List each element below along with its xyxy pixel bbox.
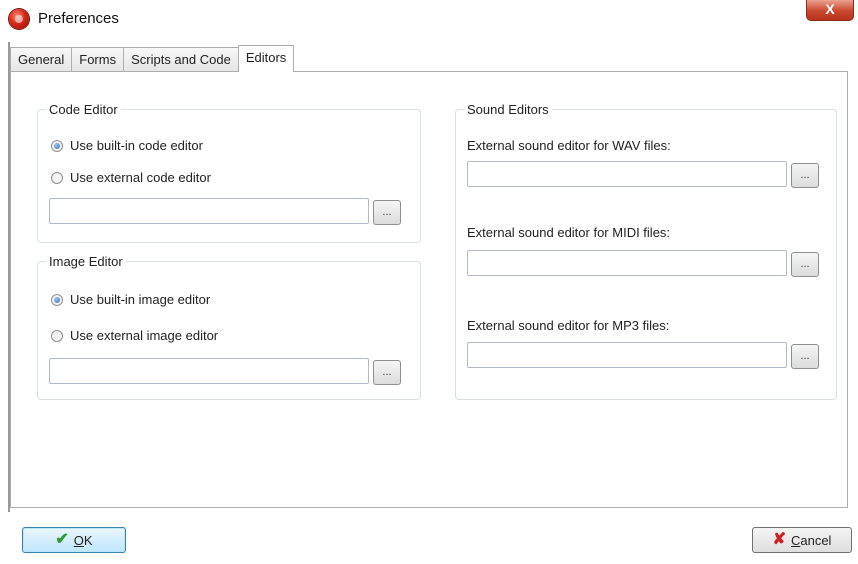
midi-editor-path-input[interactable] — [467, 250, 787, 276]
cancel-button-label: Cancel — [790, 532, 832, 548]
code-editor-builtin-label: Use built-in code editor — [70, 138, 203, 153]
tab-editors[interactable]: Editors — [237, 45, 295, 72]
wav-editor-browse-button[interactable]: ... — [791, 163, 819, 188]
image-editor-browse-button[interactable]: ... — [373, 360, 401, 385]
image-editor-external-option[interactable]: Use external image editor — [51, 328, 218, 343]
checkmark-icon: ✔ — [55, 531, 69, 548]
cross-icon: ✘ — [772, 531, 786, 548]
code-editor-legend: Code Editor — [49, 102, 118, 117]
wav-editor-label: External sound editor for WAV files: — [467, 138, 671, 153]
mp3-editor-path-input[interactable] — [467, 342, 787, 368]
ok-button-label: OK — [73, 532, 93, 548]
code-editor-builtin-option[interactable]: Use built-in code editor — [51, 138, 203, 153]
tab-scripts-and-code[interactable]: Scripts and Code — [123, 47, 239, 71]
mp3-editor-browse-button[interactable]: ... — [791, 344, 819, 369]
code-editor-path-input[interactable] — [49, 198, 369, 224]
radio-button-checked[interactable] — [51, 293, 63, 306]
mp3-editor-label: External sound editor for MP3 files: — [467, 318, 670, 333]
sound-editors-legend: Sound Editors — [467, 102, 549, 117]
radio-button[interactable] — [51, 171, 63, 184]
image-editor-legend: Image Editor — [49, 254, 123, 269]
image-editor-builtin-option[interactable]: Use built-in image editor — [51, 292, 210, 307]
title-bar: Preferences X — [0, 0, 858, 38]
code-editor-browse-button[interactable]: ... — [373, 200, 401, 225]
midi-editor-label: External sound editor for MIDI files: — [467, 225, 671, 240]
image-editor-external-label: Use external image editor — [70, 328, 219, 343]
app-logo-icon — [9, 9, 29, 29]
image-editor-builtin-label: Use built-in image editor — [70, 292, 211, 307]
tab-strip: General Forms Scripts and Code Editors — [10, 45, 295, 72]
close-button[interactable]: X — [806, 0, 854, 21]
tab-forms[interactable]: Forms — [71, 47, 125, 71]
image-editor-path-input[interactable] — [49, 358, 369, 384]
editors-panel: Code Editor Use built-in code editor Use… — [10, 71, 848, 508]
midi-editor-browse-button[interactable]: ... — [791, 252, 819, 277]
code-editor-external-option[interactable]: Use external code editor — [51, 170, 211, 185]
radio-button[interactable] — [51, 329, 63, 342]
radio-button-checked[interactable] — [51, 139, 63, 152]
cancel-button[interactable]: ✘ Cancel — [752, 527, 852, 553]
code-editor-external-label: Use external code editor — [70, 170, 211, 185]
wav-editor-path-input[interactable] — [467, 161, 787, 187]
window-title: Preferences — [38, 10, 119, 27]
tab-general[interactable]: General — [10, 47, 73, 71]
ok-button[interactable]: ✔ OK — [22, 527, 126, 553]
